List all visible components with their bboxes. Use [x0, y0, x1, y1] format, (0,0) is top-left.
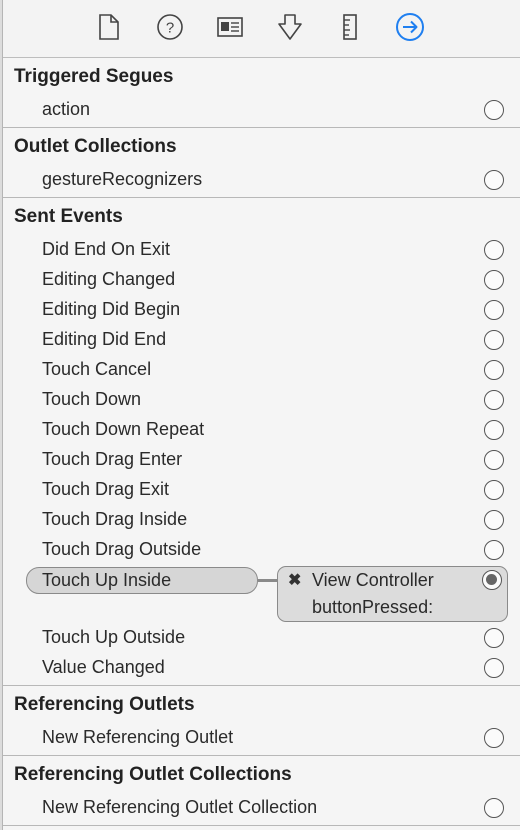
row-label: Touch Up Outside — [42, 627, 186, 647]
section-title: Referencing Outlet Collections — [14, 764, 292, 785]
row-label: Touch Drag Enter — [42, 449, 183, 469]
row-label: Did End On Exit — [42, 239, 171, 259]
list-item: Touch Drag Enter — [3, 445, 520, 475]
connection-line — [258, 579, 278, 582]
size-inspector-icon[interactable] — [335, 12, 365, 42]
connection-well[interactable] — [484, 100, 504, 120]
connection-well[interactable] — [484, 728, 504, 748]
list-item: Value Changed — [3, 653, 520, 683]
connection-well[interactable] — [484, 450, 504, 470]
row-label: Editing Did Begin — [42, 299, 181, 319]
row-label: Touch Cancel — [42, 359, 152, 379]
row-label: Touch Down Repeat — [42, 419, 205, 439]
connection-well[interactable] — [484, 240, 504, 260]
connection-target-label: View Controller — [312, 570, 434, 590]
row-label: New Referencing Outlet Collection — [42, 797, 318, 817]
connection-method-label: buttonPressed: — [312, 597, 434, 617]
list-item: Touch Cancel — [3, 355, 520, 385]
connection-well[interactable] — [484, 360, 504, 380]
list-item: Did End On Exit — [3, 235, 520, 265]
file-inspector-icon[interactable] — [94, 12, 124, 42]
connection-well-filled[interactable] — [482, 570, 502, 590]
row-label: New Referencing Outlet — [42, 727, 234, 747]
row-label: action — [42, 99, 91, 119]
row-label: Touch Up Inside — [42, 570, 172, 590]
attributes-inspector-icon[interactable] — [275, 12, 305, 42]
section-title: Triggered Segues — [14, 66, 174, 87]
row-label: Value Changed — [42, 657, 165, 677]
list-item: New Referencing Outlet — [3, 723, 520, 753]
row-label: Editing Did End — [42, 329, 167, 349]
row-label: Touch Drag Inside — [42, 509, 188, 529]
connection-well[interactable] — [484, 270, 504, 290]
quick-help-icon[interactable]: ? — [155, 12, 185, 42]
list-item: New Referencing Outlet Collection — [3, 793, 520, 823]
identity-inspector-icon[interactable] — [215, 12, 245, 42]
connection-well[interactable] — [484, 540, 504, 560]
connection-well[interactable] — [484, 420, 504, 440]
connections-inspector-icon[interactable] — [395, 12, 425, 42]
connection-well[interactable] — [484, 798, 504, 818]
list-item: Touch Down Repeat — [3, 415, 520, 445]
inspector-toolbar: ? — [3, 0, 520, 58]
row-label: Touch Drag Exit — [42, 479, 170, 499]
list-item: Touch Up Outside — [3, 623, 520, 653]
section-title: Referencing Outlets — [14, 694, 195, 715]
list-item: Editing Did Begin — [3, 295, 520, 325]
connection-well[interactable] — [484, 390, 504, 410]
connection-well[interactable] — [484, 658, 504, 678]
connection-well[interactable] — [484, 300, 504, 320]
connection-well[interactable] — [484, 170, 504, 190]
list-item: Editing Did End — [3, 325, 520, 355]
connection-well[interactable] — [484, 510, 504, 530]
list-item: Editing Changed — [3, 265, 520, 295]
connection-target-box: ✖ View Controller buttonPressed: — [277, 566, 508, 622]
row-label: gestureRecognizers — [42, 169, 203, 189]
list-item: Touch Drag Inside — [3, 505, 520, 535]
section-title: Outlet Collections — [14, 136, 177, 157]
connection-well[interactable] — [484, 628, 504, 648]
list-item: Touch Down — [3, 385, 520, 415]
list-item: gestureRecognizers — [3, 165, 520, 195]
connection-well[interactable] — [484, 480, 504, 500]
connection-well[interactable] — [484, 330, 504, 350]
section-title: Sent Events — [14, 206, 123, 227]
remove-connection-icon[interactable]: ✖ — [288, 570, 301, 590]
row-label: Editing Changed — [42, 269, 176, 289]
svg-text:?: ? — [166, 20, 174, 37]
list-item: Touch Drag Exit — [3, 475, 520, 505]
list-item: action — [3, 95, 520, 125]
touch-up-inside-connection[interactable]: Touch Up Inside — [26, 567, 258, 594]
list-item: Touch Drag Outside — [3, 535, 520, 565]
row-label: Touch Drag Outside — [42, 539, 202, 559]
row-label: Touch Down — [42, 389, 142, 409]
